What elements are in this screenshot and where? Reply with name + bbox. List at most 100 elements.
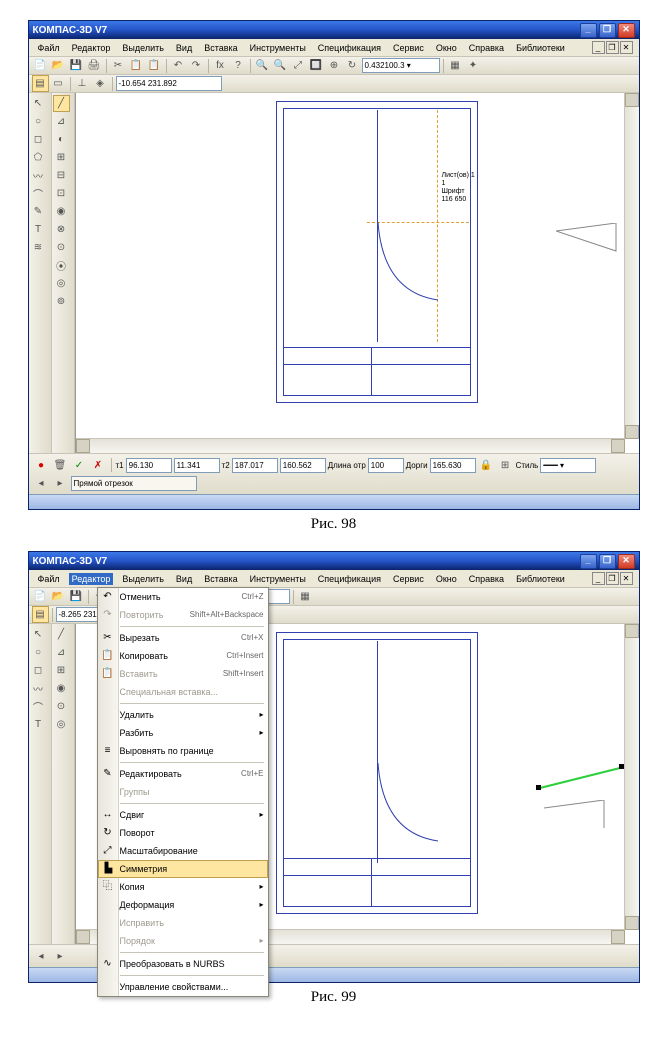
edit-menu-item-18[interactable]: ▙Симметрия [98,860,268,878]
tool10-icon[interactable]: ⊚ [53,293,70,310]
menu-view[interactable]: Вид [173,573,195,585]
menu-service[interactable]: Сервис [390,42,427,54]
maximize-button[interactable]: ❐ [599,23,616,38]
close-button[interactable]: ✕ [618,23,635,38]
tool-a-icon[interactable]: ⊞ [53,662,70,679]
lock-icon[interactable]: 🔒 [478,457,495,474]
tool7-icon[interactable]: ⊙ [53,239,70,256]
help-icon[interactable]: ? [230,57,247,74]
handle-start[interactable] [536,785,541,790]
doc-restore-button[interactable]: ❐ [606,572,619,585]
menu-tools[interactable]: Инструменты [247,42,309,54]
scrollbar-horizontal[interactable] [76,438,625,453]
circle-icon[interactable]: ○ [30,644,47,661]
menu-edit[interactable]: Редактор [69,573,114,585]
edit-menu-item-17[interactable]: ⤢Масштабирование [98,842,268,860]
edit-menu-item-20[interactable]: Деформация▸ [98,896,268,914]
snap2-icon[interactable]: ◈ [92,75,109,92]
menu-service[interactable]: Сервис [390,573,427,585]
minimize-button[interactable]: _ [580,23,597,38]
edit-menu-item-4[interactable]: 📋КопироватьCtrl+Insert [98,647,268,665]
layer-icon[interactable]: ▤ [32,75,49,92]
undo-icon[interactable]: ↶ [170,57,187,74]
line-tool-icon[interactable]: ╱ [53,95,70,112]
edit-menu-item-24[interactable]: ∿Преобразовать в NURBS [98,955,268,973]
doc-restore-button[interactable]: ❐ [606,41,619,54]
menu-help[interactable]: Справка [466,573,507,585]
edit-menu-item-16[interactable]: ↻Поворот [98,824,268,842]
tool9-icon[interactable]: ◎ [53,275,70,292]
tool4-icon[interactable]: ⊡ [53,185,70,202]
paste-icon[interactable]: 📋 [146,57,163,74]
t1-y-input[interactable]: 11.341 [174,458,220,473]
minimize-button[interactable]: _ [580,554,597,569]
maximize-button[interactable]: ❐ [599,554,616,569]
new-icon[interactable]: 📄 [32,57,49,74]
edit-menu-item-8[interactable]: Удалить▸ [98,706,268,724]
ok-icon[interactable]: ✓ [71,457,88,474]
cancel-icon[interactable]: ✗ [90,457,107,474]
grid-icon[interactable]: ▦ [297,588,314,605]
hatch-icon[interactable]: ≋ [30,239,47,256]
selected-segment[interactable] [536,764,626,794]
menu-edit[interactable]: Редактор [69,42,114,54]
autosize-icon[interactable]: ⊞ [497,457,514,474]
tool5-icon[interactable]: ◉ [53,203,70,220]
copy-icon[interactable]: 📋 [128,57,145,74]
tool8-icon[interactable]: ⦿ [53,257,70,274]
menu-select[interactable]: Выделить [119,573,167,585]
scale-combo[interactable]: 0.432100.3 ▾ [362,58,440,73]
trash-icon[interactable]: 🗑 [52,457,69,474]
zoom-window-icon[interactable]: 🔲 [308,57,325,74]
tool-d-icon[interactable]: ◎ [53,716,70,733]
t2-y-input[interactable]: 160.562 [280,458,326,473]
line-tool-icon[interactable]: ╱ [53,626,70,643]
tool6-icon[interactable]: ⊗ [53,221,70,238]
print-icon[interactable]: 🖨 [86,57,103,74]
menu-libs[interactable]: Библиотеки [513,42,568,54]
edit-menu-item-9[interactable]: Разбить▸ [98,724,268,742]
tool-b-icon[interactable]: ◉ [53,680,70,697]
menu-help[interactable]: Справка [466,42,507,54]
record-icon[interactable]: ● [33,457,50,474]
menu-file[interactable]: Файл [35,573,63,585]
length-input[interactable]: 100 [368,458,404,473]
tool-icon[interactable]: ◐ [53,131,70,148]
menu-tools[interactable]: Инструменты [247,573,309,585]
t1-x-input[interactable]: 96.130 [126,458,172,473]
expand-icon[interactable]: ◂ [33,948,50,965]
edit-menu-item-0[interactable]: ↶ОтменитьCtrl+Z [98,588,268,606]
new-icon[interactable]: 📄 [32,588,49,605]
scrollbar-vertical[interactable] [624,624,639,930]
snap-icon[interactable]: ✦ [465,57,482,74]
zoom-fit-icon[interactable]: ⤢ [290,57,307,74]
drawing-canvas[interactable]: Лист(ов) 1 1 Шрифт 116 650 [75,93,639,453]
save-icon[interactable]: 💾 [68,588,85,605]
pencil-icon[interactable]: ✎ [30,203,47,220]
t2-x-input[interactable]: 187.017 [232,458,278,473]
doc-close-button[interactable]: ✕ [620,572,633,585]
cut-icon[interactable]: ✂ [110,57,127,74]
menu-select[interactable]: Выделить [119,42,167,54]
scrollbar-vertical[interactable] [624,93,639,439]
menu-window[interactable]: Окно [433,573,460,585]
dim-icon[interactable]: ⊿ [53,113,70,130]
edit-menu-item-19[interactable]: ⿻Копия▸ [98,878,268,896]
doc-min-button[interactable]: _ [592,41,605,54]
redo-icon[interactable]: ↷ [188,57,205,74]
dim-icon[interactable]: ⊿ [53,644,70,661]
arc-icon[interactable]: ⌒ [30,698,47,715]
edit-menu-item-12[interactable]: ✎РедактироватьCtrl+E [98,765,268,783]
arrow-icon[interactable]: ↖ [30,626,47,643]
refresh-icon[interactable]: ↻ [344,57,361,74]
zoom-out-icon[interactable]: 🔍 [272,57,289,74]
edit-menu-item-3[interactable]: ✂ВырезатьCtrl+X [98,629,268,647]
grid-icon[interactable]: ▦ [447,57,464,74]
tool3-icon[interactable]: ⊟ [53,167,70,184]
zoom-in-icon[interactable]: 🔍 [254,57,271,74]
rect-icon[interactable]: ◻ [30,662,47,679]
expand-icon[interactable]: ◂ [33,475,50,492]
menu-file[interactable]: Файл [35,42,63,54]
pan-icon[interactable]: ⊕ [326,57,343,74]
open-icon[interactable]: 📂 [50,588,67,605]
